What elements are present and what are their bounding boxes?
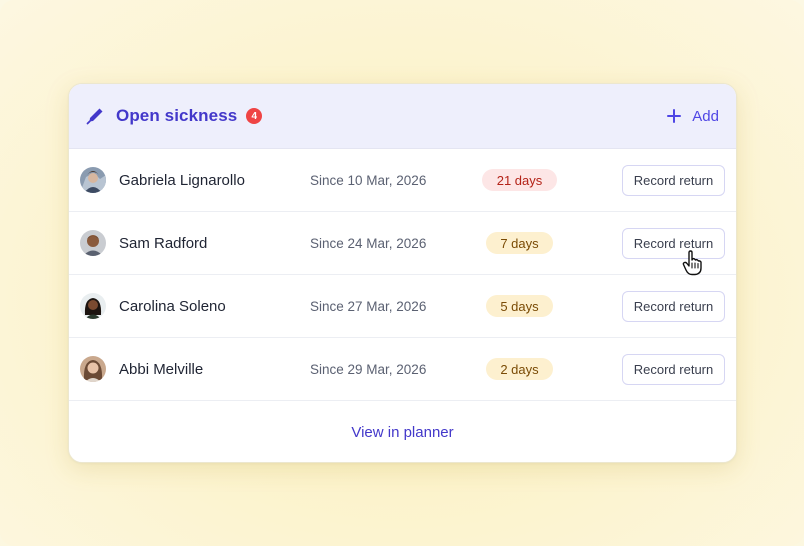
since-date: Since 27 Mar, 2026	[310, 298, 427, 314]
record-return-button[interactable]: Record return	[622, 290, 725, 322]
duration-badge: 7 days	[486, 232, 553, 254]
list-item: Abbi Melville Since 29 Mar, 2026 2 days …	[69, 338, 736, 401]
record-return-button[interactable]: Record return	[622, 227, 725, 259]
count-badge: 4	[246, 108, 263, 124]
since-date: Since 10 Mar, 2026	[310, 172, 427, 188]
open-sickness-card: Open sickness 4 Add Gabriela Lignarollo …	[68, 83, 737, 463]
view-in-planner-link[interactable]: View in planner	[351, 424, 453, 441]
person-name: Carolina Soleno	[119, 297, 226, 315]
hand-pointer-icon	[681, 250, 705, 276]
record-return-button[interactable]: Record return	[622, 164, 725, 196]
list-item: Sam Radford Since 24 Mar, 2026 7 days Re…	[69, 212, 736, 275]
avatar	[80, 356, 106, 382]
since-date: Since 29 Mar, 2026	[310, 361, 427, 377]
duration-badge: 2 days	[486, 358, 553, 380]
person-name: Sam Radford	[119, 234, 208, 252]
list-item: Carolina Soleno Since 27 Mar, 2026 5 day…	[69, 275, 736, 338]
person-name: Abbi Melville	[119, 360, 204, 378]
person-name: Gabriela Lignarollo	[119, 171, 245, 189]
card-title: Open sickness	[116, 106, 238, 125]
avatar	[80, 293, 106, 319]
duration-badge: 21 days	[482, 169, 557, 191]
add-button[interactable]: Add	[667, 108, 719, 125]
duration-badge: 5 days	[486, 295, 553, 317]
plus-icon	[667, 109, 682, 123]
card-footer: View in planner	[69, 401, 736, 462]
record-return-button[interactable]: Record return	[622, 353, 725, 385]
pen-icon	[85, 106, 105, 126]
since-date: Since 24 Mar, 2026	[310, 235, 427, 251]
avatar	[80, 167, 106, 193]
list-item: Gabriela Lignarollo Since 10 Mar, 2026 2…	[69, 149, 736, 212]
add-label: Add	[692, 107, 719, 125]
card-header: Open sickness 4 Add	[69, 84, 736, 149]
avatar	[80, 230, 106, 256]
